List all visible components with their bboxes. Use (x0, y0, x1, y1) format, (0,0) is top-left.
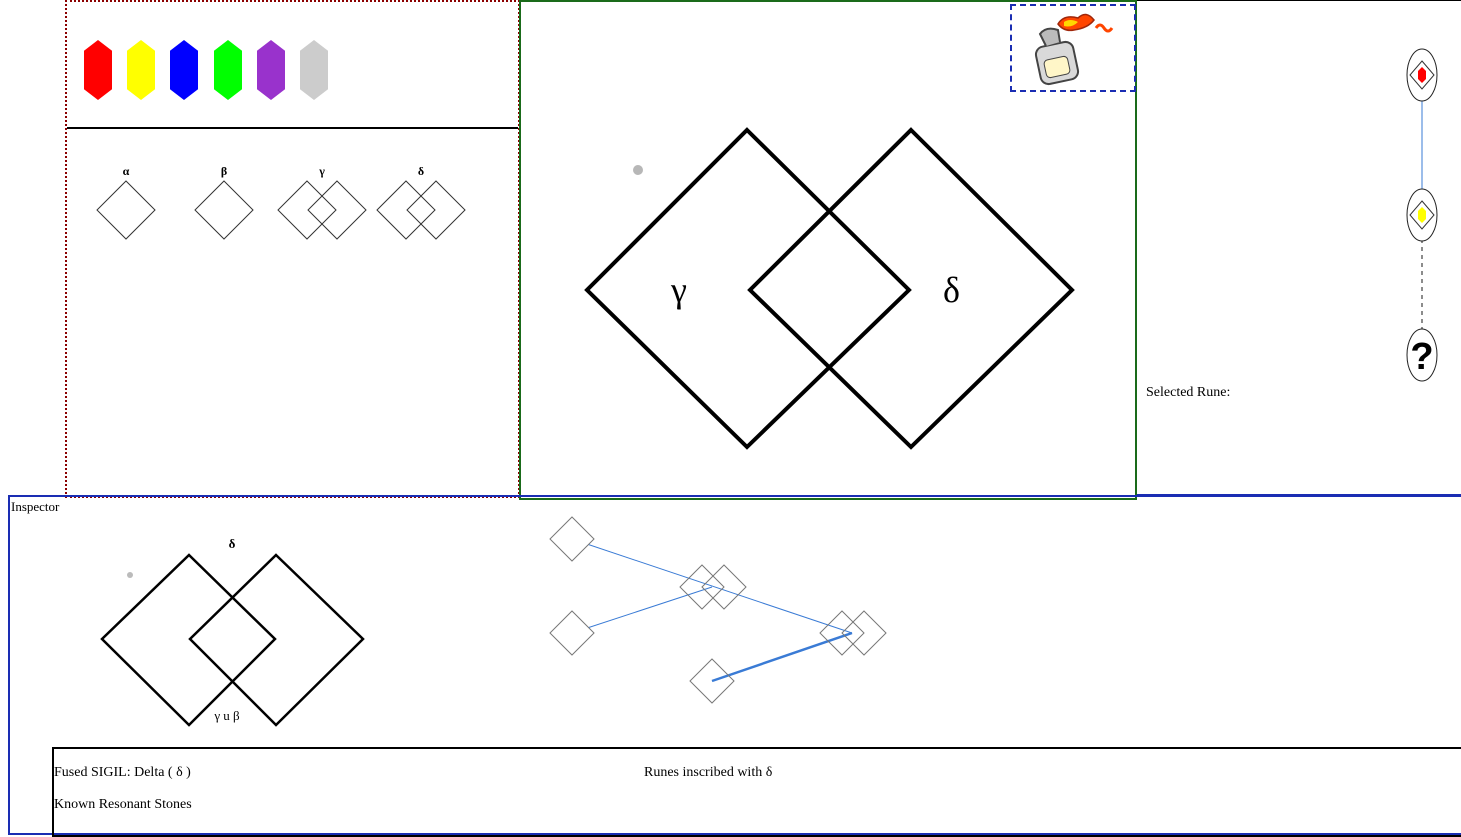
sigil-gamma-icon (277, 180, 367, 240)
graph-node[interactable] (819, 610, 887, 656)
preview-top-label: δ (229, 536, 236, 551)
sigil-gamma[interactable]: γ (277, 164, 367, 254)
sigil-canvas[interactable]: γ δ (519, 0, 1137, 500)
gem-grey[interactable] (300, 40, 328, 100)
timeline-node-yellow[interactable] (1406, 188, 1438, 242)
graph-edge (571, 586, 713, 634)
sigil-info-box: Fused SIGIL: Delta ( δ ) Runes inscribed… (52, 747, 1461, 837)
palette-panel: α β γ δ (65, 0, 520, 498)
torch-tool-button[interactable] (1010, 4, 1136, 92)
rune-timeline-panel: ? Selected Rune: (1137, 0, 1461, 497)
known-stones-label: Known Resonant Stones (54, 797, 192, 812)
inspector-preview: δ γ u β (100, 536, 365, 727)
inspector-title: Inspector (11, 499, 60, 514)
unknown-icon: ? (1410, 336, 1433, 378)
canvas-left-label: γ (670, 270, 687, 310)
gem-yellow[interactable] (127, 40, 155, 100)
canvas-dot (633, 165, 643, 175)
graph-node[interactable] (549, 610, 595, 656)
sigil-beta-icon (194, 180, 254, 240)
sigil-alpha-icon (96, 180, 156, 240)
sigil-delta-icon (376, 180, 466, 240)
gem-purple[interactable] (257, 40, 285, 100)
rune-timeline: ? (1406, 48, 1438, 382)
graph-node[interactable] (549, 516, 595, 562)
runes-inscribed-label: Runes inscribed with δ (644, 765, 773, 780)
fused-sigil-label: Fused SIGIL: Delta ( δ ) (54, 765, 191, 780)
selected-rune-label: Selected Rune: (1146, 385, 1231, 400)
gem-blue[interactable] (170, 40, 198, 100)
torch-icon (1034, 13, 1114, 86)
sigil-alpha[interactable]: α (81, 164, 171, 254)
sigil-delta[interactable]: δ (376, 164, 466, 254)
sigil-beta[interactable]: β (179, 164, 269, 254)
gem-red[interactable] (84, 40, 112, 100)
preview-dot (127, 572, 133, 578)
graph-node[interactable] (679, 564, 747, 610)
rune-graph (549, 516, 887, 704)
gem-green[interactable] (214, 40, 242, 100)
timeline-node-red[interactable] (1406, 48, 1438, 102)
gem-palette (67, 2, 518, 129)
graph-edge (711, 631, 853, 683)
timeline-node-unknown[interactable]: ? (1406, 328, 1438, 382)
preview-bottom-label: γ u β (213, 708, 240, 723)
canvas-right-label: δ (943, 270, 960, 310)
